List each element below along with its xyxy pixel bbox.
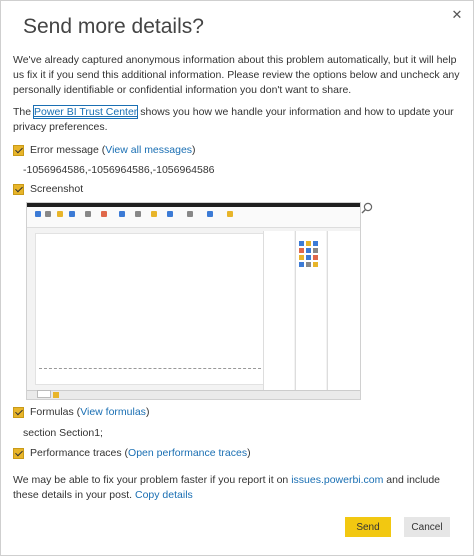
error-message-option: Error message (View all messages)	[13, 144, 196, 156]
open-performance-traces-link[interactable]: Open performance traces	[128, 447, 247, 459]
performance-option: Performance traces (Open performance tra…	[13, 447, 251, 459]
view-all-messages-link[interactable]: View all messages	[105, 144, 192, 156]
formulas-option: Formulas (View formulas)	[13, 406, 149, 418]
close-icon[interactable]: ✕	[449, 7, 465, 23]
screenshot-option: Screenshot	[13, 183, 83, 195]
trust-center-text: The Power BI Trust Center shows you how …	[13, 105, 463, 135]
preview-filters-pane	[263, 231, 294, 396]
view-formulas-link[interactable]: View formulas	[80, 406, 146, 418]
formulas-checkbox[interactable]	[13, 406, 24, 418]
formulas-label: Formulas	[30, 406, 74, 418]
send-button[interactable]: Send	[345, 517, 391, 537]
preview-page-boundary	[39, 368, 261, 369]
issues-link[interactable]: issues.powerbi.com	[291, 474, 383, 486]
trust-prefix: The	[13, 106, 35, 118]
error-message-value: -1056964586,-1056964586,-1056964586	[23, 164, 215, 176]
preview-page-tabs	[27, 390, 360, 399]
preview-canvas	[35, 233, 265, 385]
preview-visualizations-pane	[295, 231, 326, 396]
footer-prefix: We may be able to fix your problem faste…	[13, 474, 292, 486]
intro-text: We've already captured anonymous informa…	[13, 54, 460, 96]
formulas-value: section Section1;	[23, 427, 103, 439]
trust-center-link[interactable]: Power BI Trust Center	[33, 105, 139, 119]
error-message-checkbox[interactable]	[13, 144, 24, 156]
cancel-button[interactable]: Cancel	[404, 517, 450, 537]
performance-checkbox[interactable]	[13, 447, 24, 459]
preview-add-page	[53, 392, 59, 398]
copy-details-link[interactable]: Copy details	[135, 489, 193, 501]
send-details-dialog: ✕ Send more details? We've already captu…	[0, 0, 474, 556]
magnifier-icon[interactable]	[361, 202, 373, 214]
screenshot-label: Screenshot	[30, 183, 84, 195]
preview-page-tab	[37, 390, 51, 398]
screenshot-checkbox[interactable]	[13, 183, 24, 195]
preview-ribbon	[27, 207, 360, 228]
screenshot-preview	[26, 202, 361, 400]
error-message-label: Error message	[30, 144, 99, 156]
preview-fields-pane	[327, 231, 360, 396]
performance-label: Performance traces	[30, 447, 122, 459]
footer-text: We may be able to fix your problem faste…	[13, 473, 463, 503]
dialog-title: Send more details?	[23, 15, 204, 38]
